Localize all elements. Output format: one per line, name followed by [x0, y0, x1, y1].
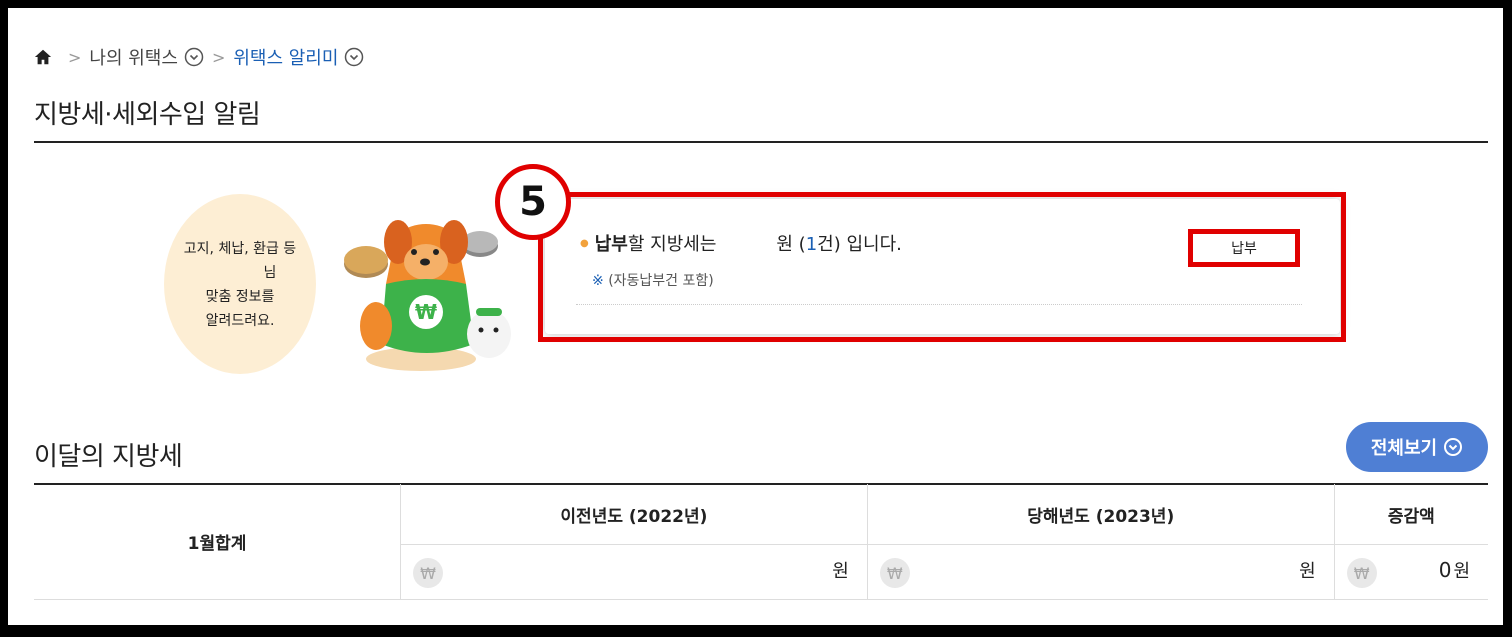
payment-strong: 납부	[594, 234, 628, 255]
payment-text: 할 지방세는	[627, 234, 717, 255]
breadcrumb-item-alimi[interactable]: 위택스 알리미	[233, 44, 338, 70]
bullet-dot: ●	[580, 238, 589, 249]
unit-label: 원	[832, 561, 849, 582]
won-icon: ₩	[1346, 558, 1377, 588]
note-text: (자동납부건 포함)	[608, 273, 714, 289]
home-icon[interactable]	[34, 48, 52, 66]
chevron-circle-icon[interactable]	[344, 47, 364, 67]
svg-text:₩: ₩	[415, 300, 437, 324]
page-frame: > 나의 위택스 > 위택스 알리미 지방세·세외수입 알림 고지, 체납, 환…	[8, 8, 1503, 625]
won-icon: ₩	[413, 558, 443, 588]
view-all-button[interactable]: 전체보기	[1346, 422, 1488, 472]
chevron-circle-icon[interactable]	[184, 47, 204, 67]
count-suffix: 건) 입니다.	[817, 234, 902, 255]
amount-value: 0	[1438, 558, 1452, 582]
column-header: 증감액	[1333, 484, 1488, 545]
change-cell: ₩ 0원	[1333, 544, 1488, 600]
note-mark: ※	[592, 273, 604, 289]
pay-button[interactable]: 납부	[1188, 229, 1300, 267]
greeting-text: 고지, 체납, 환급 등 님 맞춤 정보를 알려드려요.	[183, 241, 297, 329]
payment-summary: ● 납부할 지방세는 원 (1건) 입니다.	[580, 230, 902, 256]
card-divider	[576, 304, 1302, 306]
unit-label: 원	[1299, 561, 1316, 582]
breadcrumb: > 나의 위택스 > 위택스 알리미	[34, 44, 364, 70]
won-icon: ₩	[879, 558, 910, 588]
view-all-label: 전체보기	[1370, 438, 1438, 459]
section-title: 이달의 지방세	[34, 442, 183, 472]
payment-count[interactable]: 1	[806, 234, 817, 255]
step-number-badge: 5	[495, 164, 571, 240]
prev-year-cell: ₩ 원	[400, 544, 868, 600]
amount-unit: 원 (	[776, 234, 806, 255]
column-header: 이전년도 (2022년)	[400, 484, 868, 545]
unit-label: 원	[1453, 561, 1470, 582]
current-year-cell: ₩ 원	[866, 544, 1335, 600]
monthly-tax-table: 1월합계 이전년도 (2022년) 당해년도 (2023년) 증감액 ₩ 원 ₩…	[34, 484, 1488, 600]
chevron-circle-icon	[1444, 438, 1463, 456]
breadcrumb-separator: >	[68, 47, 82, 67]
auto-pay-note: ※ (자동납부건 포함)	[592, 270, 714, 290]
page-title: 지방세·세외수입 알림	[34, 100, 261, 130]
table-header-row: 1월합계 이전년도 (2022년) 당해년도 (2023년) 증감액	[34, 484, 1488, 600]
breadcrumb-separator: >	[211, 47, 226, 67]
column-header: 당해년도 (2023년)	[866, 484, 1335, 545]
title-divider	[34, 141, 1488, 143]
row-label: 1월합계	[34, 484, 401, 600]
highlight-box	[538, 192, 1346, 342]
breadcrumb-item-mywetax[interactable]: 나의 위택스	[89, 44, 178, 70]
